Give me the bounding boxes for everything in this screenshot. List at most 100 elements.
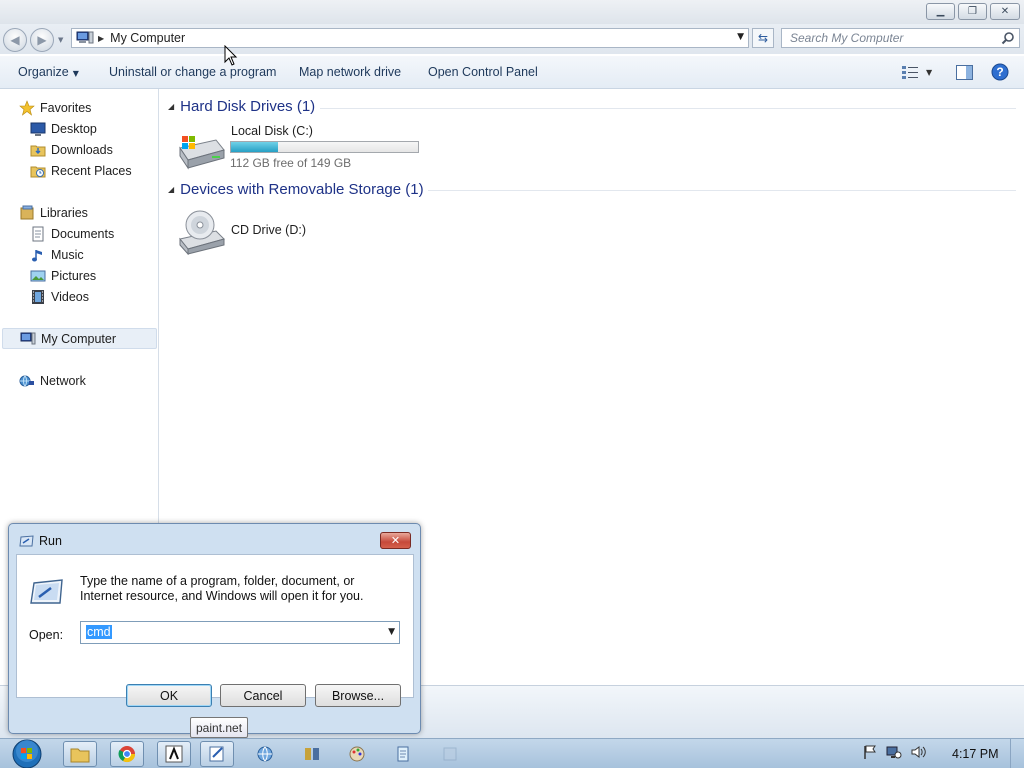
paint-net-icon — [209, 746, 224, 762]
group-header-label: Hard Disk Drives (1) — [180, 98, 316, 115]
drive-free-space: 112 GB free of 149 GB — [230, 156, 352, 170]
sidebar-item-network[interactable]: Network — [19, 371, 86, 390]
run-icon — [19, 535, 34, 547]
show-desktop-button[interactable] — [1010, 739, 1024, 768]
sidebar-item-label: Network — [40, 373, 86, 388]
open-combobox[interactable]: cmd ▼ — [80, 621, 400, 644]
open-control-panel-button[interactable]: Open Control Panel — [428, 65, 538, 79]
map-network-drive-button[interactable]: Map network drive — [299, 65, 401, 79]
action-center-flag-icon[interactable] — [862, 744, 878, 760]
search-input[interactable]: Search My Computer — [781, 28, 1020, 48]
desktop-icon — [30, 122, 46, 136]
taskbar-explorer[interactable] — [63, 741, 97, 767]
close-button[interactable]: ✕ — [990, 3, 1020, 20]
dialog-close-button[interactable]: ✕ — [380, 532, 411, 549]
cancel-button[interactable]: Cancel — [220, 684, 306, 707]
globe-icon — [257, 746, 273, 762]
start-button[interactable] — [9, 739, 45, 768]
search-placeholder: Search My Computer — [790, 31, 904, 45]
command-bar: Organize ▼ Uninstall or change a program … — [0, 56, 1024, 89]
breadcrumb-arrow-icon[interactable]: ▶ — [98, 34, 104, 43]
app-icon — [165, 745, 183, 763]
address-text: My Computer — [110, 31, 186, 45]
taskbar-pinned-4[interactable] — [386, 741, 420, 767]
close-icon: ✕ — [1000, 6, 1010, 17]
drive-name: CD Drive (D:) — [231, 223, 306, 237]
downloads-folder-icon — [30, 145, 46, 156]
videos-icon — [32, 289, 44, 304]
taskbar: 4:17 PM — [0, 738, 1024, 768]
sidebar-item-label: Pictures — [51, 268, 97, 283]
star-icon — [19, 99, 35, 116]
sidebar-item-label: Recent Places — [51, 163, 132, 178]
taskbar-app[interactable] — [157, 741, 191, 767]
sidebar-item-label: Favorites — [40, 100, 92, 115]
group-header-removable-storage[interactable]: ◢ Devices with Removable Storage (1) — [168, 181, 424, 198]
libraries-icon — [20, 205, 34, 219]
group-header-label: Devices with Removable Storage (1) — [180, 181, 424, 198]
view-options-button[interactable]: ▼ — [902, 62, 932, 82]
chrome-icon — [118, 746, 136, 763]
help-button[interactable]: ? — [991, 62, 1009, 82]
taskbar-pinned-3[interactable] — [340, 741, 374, 767]
sidebar-item-videos[interactable]: Videos — [30, 287, 89, 306]
volume-icon[interactable] — [910, 744, 926, 760]
hard-disk-icon — [179, 136, 225, 170]
address-dropdown-icon[interactable]: ▼ — [737, 32, 744, 42]
forward-button[interactable]: ▶ — [30, 28, 54, 52]
organize-label: Organize — [18, 65, 69, 79]
open-input-value[interactable]: cmd — [86, 625, 112, 639]
sidebar-item-music[interactable]: Music — [30, 245, 84, 264]
tools-icon — [305, 748, 319, 760]
search-icon[interactable] — [1001, 31, 1015, 45]
sidebar-item-label: Libraries — [40, 205, 88, 220]
sidebar-item-recent-places[interactable]: Recent Places — [30, 161, 132, 180]
collapse-triangle-icon: ◢ — [168, 185, 175, 194]
network-icon — [19, 375, 34, 386]
collapse-triangle-icon: ◢ — [168, 102, 175, 111]
sidebar-item-label: Documents — [51, 226, 115, 241]
organize-button[interactable]: Organize ▼ — [18, 65, 79, 79]
preview-pane-button[interactable] — [956, 62, 973, 82]
notepad-icon — [397, 746, 409, 762]
network-status-icon[interactable] — [886, 744, 902, 760]
sidebar-item-favorites[interactable]: Favorites — [19, 98, 91, 117]
clock[interactable]: 4:17 PM — [952, 747, 999, 761]
back-button[interactable]: ◀ — [3, 28, 27, 52]
sidebar-item-libraries[interactable]: Libraries — [19, 203, 88, 222]
browse-button[interactable]: Browse... — [315, 684, 401, 707]
sidebar-item-label: My Computer — [41, 331, 117, 346]
taskbar-chrome[interactable] — [110, 741, 144, 767]
taskbar-pinned-1[interactable] — [248, 741, 282, 767]
taskbar-pinned-5[interactable] — [433, 741, 467, 767]
taskbar-tooltip: paint.net — [190, 717, 249, 738]
cd-drive-icon — [179, 210, 225, 255]
sidebar-item-label: Desktop — [51, 121, 97, 136]
computer-icon — [76, 31, 94, 44]
refresh-icon: ⇆ — [757, 31, 769, 45]
documents-icon — [32, 226, 44, 241]
recent-pages-dropdown[interactable]: ▼ — [58, 36, 63, 44]
system-tray — [862, 744, 926, 760]
view-list-icon — [902, 66, 918, 79]
taskbar-pinned-2[interactable] — [295, 741, 329, 767]
chevron-down-icon: ▼ — [926, 67, 933, 77]
restore-button[interactable]: ❐ — [958, 3, 987, 20]
refresh-button[interactable]: ⇆ — [752, 28, 774, 48]
sidebar-item-pictures[interactable]: Pictures — [30, 266, 96, 285]
mouse-cursor-icon — [224, 45, 238, 66]
sidebar-item-my-computer[interactable]: My Computer — [2, 328, 157, 349]
sidebar-item-desktop[interactable]: Desktop — [30, 119, 97, 138]
music-icon — [32, 249, 42, 261]
folder-icon — [70, 748, 90, 763]
minimize-icon: ▁ — [936, 6, 945, 17]
uninstall-program-button[interactable]: Uninstall or change a program — [109, 65, 276, 79]
sidebar-item-documents[interactable]: Documents — [30, 224, 114, 243]
minimize-button[interactable]: ▁ — [926, 3, 955, 20]
sidebar-item-downloads[interactable]: Downloads — [30, 140, 113, 159]
taskbar-paint-net[interactable] — [200, 741, 234, 767]
chevron-down-icon[interactable]: ▼ — [388, 627, 395, 637]
group-header-hard-disk-drives[interactable]: ◢ Hard Disk Drives (1) — [168, 98, 315, 115]
ok-button[interactable]: OK — [126, 684, 212, 707]
address-bar[interactable]: ▶ My Computer ▼ — [71, 28, 749, 48]
